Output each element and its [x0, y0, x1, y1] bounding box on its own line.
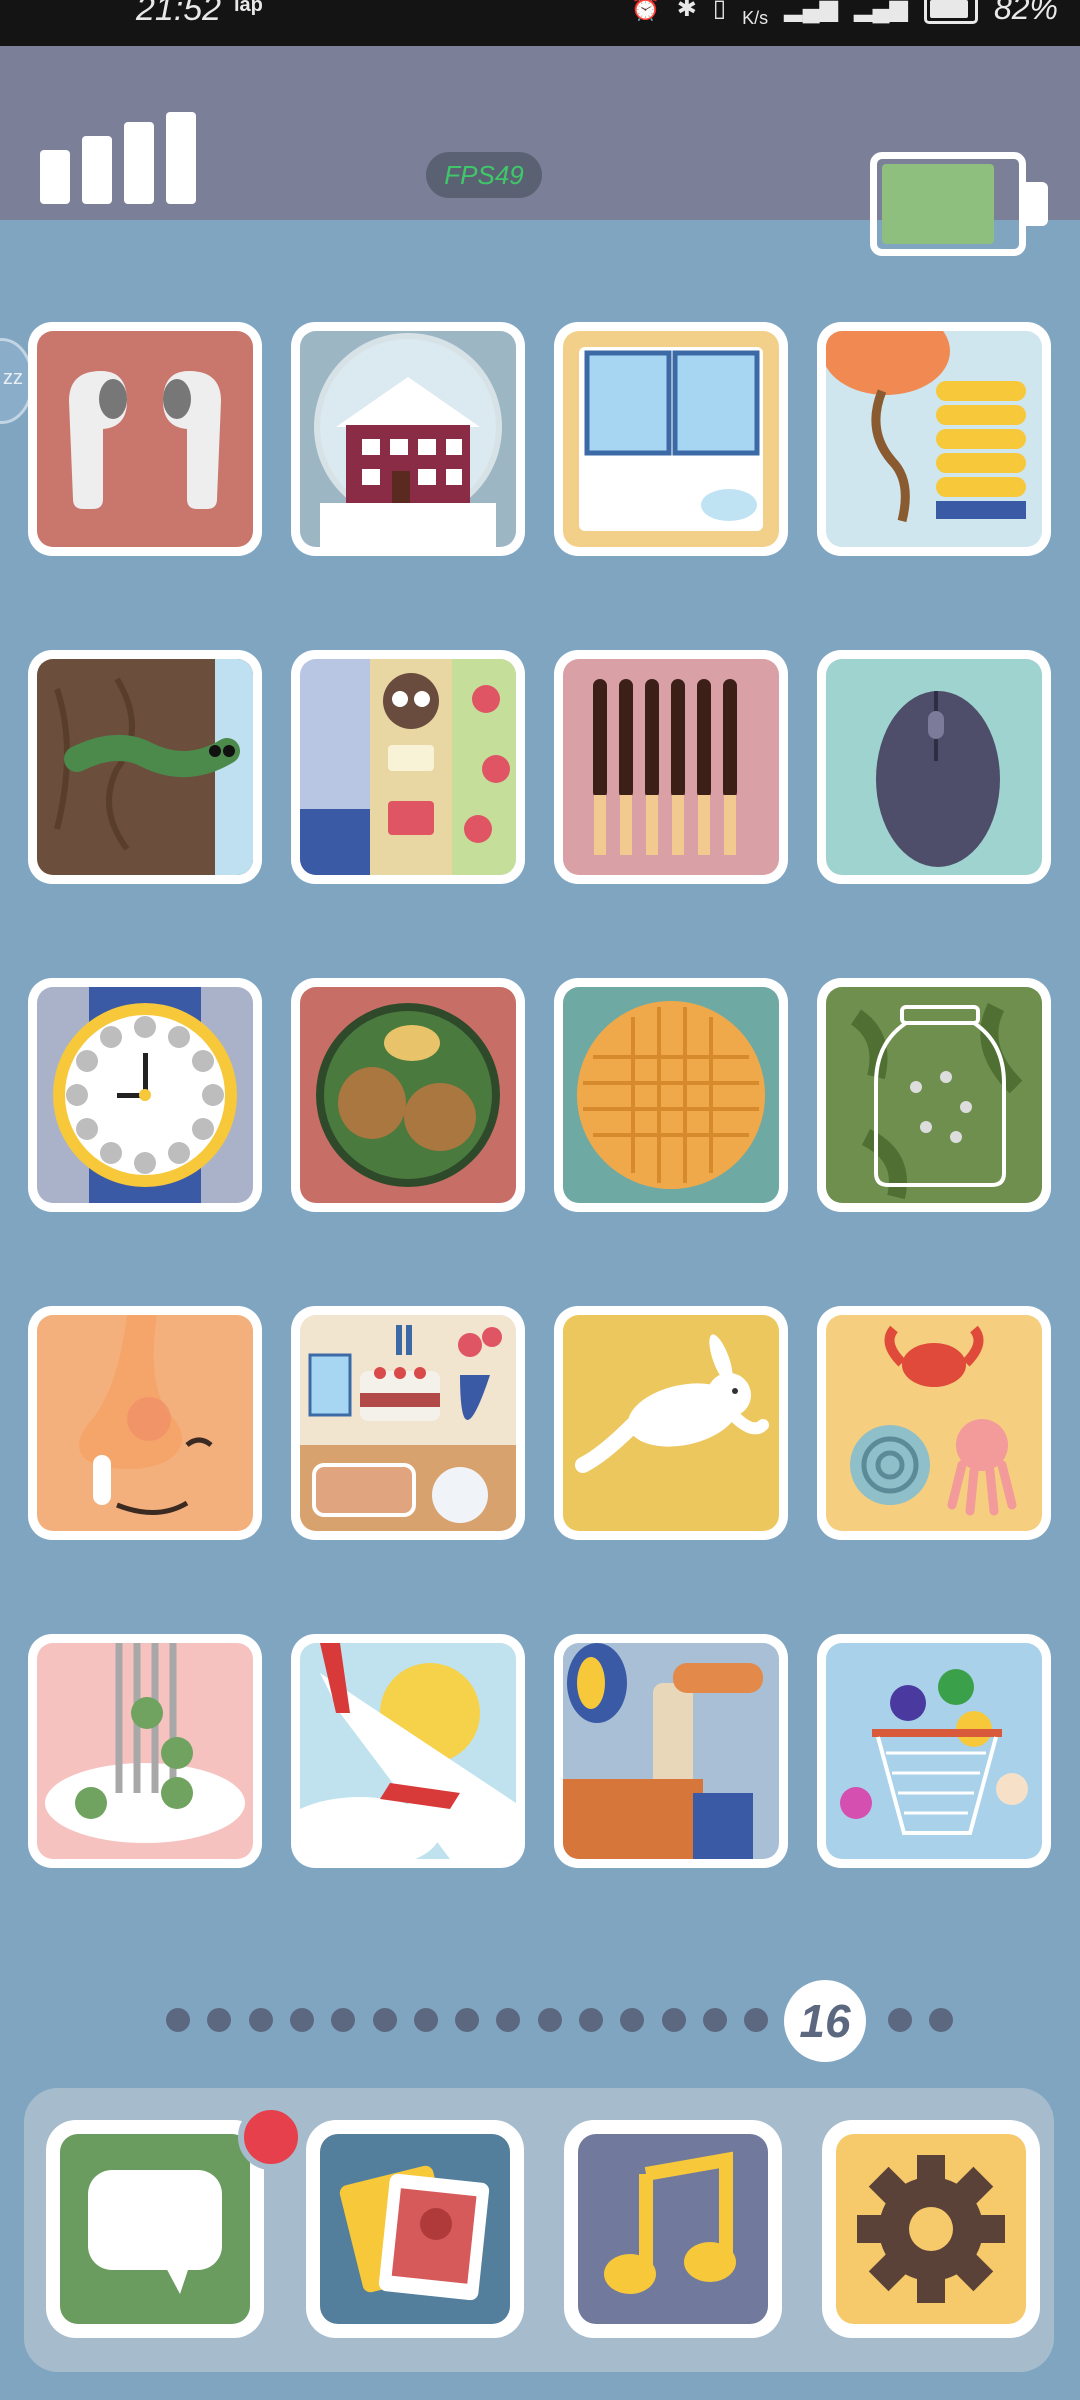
sea-creatures-icon — [826, 1315, 1042, 1531]
tile-nose-face[interactable] — [28, 1306, 262, 1540]
tile-earbuds[interactable] — [28, 322, 262, 556]
tile-bookshelf-owl[interactable] — [291, 650, 525, 884]
walnuts-icon — [300, 987, 516, 1203]
chat-bubble-icon — [60, 2134, 250, 2324]
page-dot[interactable] — [331, 2008, 355, 2032]
page-dot[interactable] — [166, 2008, 190, 2032]
page-dot[interactable] — [414, 2008, 438, 2032]
signal-icon: ▂▄▆ — [784, 0, 839, 22]
page-dot[interactable] — [703, 2008, 727, 2032]
gear-icon — [836, 2134, 1026, 2324]
tile-walnuts-plate[interactable] — [291, 978, 525, 1212]
signal-icon-2: ▂▄▆ — [854, 0, 908, 22]
page-dot[interactable] — [455, 2008, 479, 2032]
current-page-badge[interactable]: 16 — [784, 1980, 866, 2062]
page-dot[interactable] — [373, 2008, 397, 2032]
battery-icon — [923, 0, 978, 24]
bluetooth-icon: ✱ — [676, 0, 697, 22]
tile-window-frame[interactable] — [554, 322, 788, 556]
messages-app[interactable] — [46, 2120, 264, 2338]
tile-balloon-pump[interactable] — [817, 322, 1051, 556]
page-dot[interactable] — [579, 2008, 603, 2032]
page-dot[interactable] — [888, 2008, 912, 2032]
photos-app[interactable] — [306, 2120, 524, 2338]
tile-jumping-rabbit[interactable] — [554, 1306, 788, 1540]
rabbit-icon — [563, 1315, 779, 1531]
page-dot[interactable] — [929, 2008, 953, 2032]
nose-face-icon — [37, 1315, 253, 1531]
balloon-pump-icon — [826, 331, 1042, 547]
vibrate-icon: ▯ — [712, 0, 727, 22]
window-icon — [563, 331, 779, 547]
tile-sea-creatures[interactable] — [817, 1306, 1051, 1540]
page-dot[interactable] — [496, 2008, 520, 2032]
mouse-icon — [826, 659, 1042, 875]
photo-icon — [320, 2134, 510, 2324]
basketball-hoop-icon — [826, 1643, 1042, 1859]
page-dot[interactable] — [207, 2008, 231, 2032]
tile-chocolate-sticks[interactable] — [554, 650, 788, 884]
tile-birthday-table[interactable] — [291, 1306, 525, 1540]
lamp-icon — [563, 1643, 779, 1859]
network-speed: K/s — [742, 0, 768, 27]
snow-globe-icon — [300, 331, 516, 547]
page-dot[interactable] — [538, 2008, 562, 2032]
earbuds-icon — [37, 331, 253, 547]
notification-badge — [238, 2104, 304, 2170]
battery-meter-icon — [870, 152, 1050, 256]
music-note-icon — [578, 2134, 768, 2324]
music-app[interactable] — [564, 2120, 782, 2338]
tile-basketball-hoop[interactable] — [817, 1634, 1051, 1868]
clock: 21:52 — [136, 0, 222, 28]
sleep-icon: zz — [3, 367, 23, 389]
chocolate-sticks-icon — [563, 659, 779, 875]
airplane-icon — [300, 1643, 516, 1859]
tile-fork-peas[interactable] — [28, 1634, 262, 1868]
page-dot[interactable] — [249, 2008, 273, 2032]
worm-icon — [37, 659, 253, 875]
waffle-icon — [563, 987, 779, 1203]
status-tag: iap — [234, 0, 263, 16]
fork-peas-icon — [37, 1643, 253, 1859]
page-dot[interactable] — [620, 2008, 644, 2032]
bookshelf-icon — [300, 659, 516, 875]
battery-percent: 82% — [993, 0, 1058, 26]
alarm-icon: ⏰ — [630, 0, 661, 22]
tile-airplane-wing[interactable] — [291, 1634, 525, 1868]
tile-worm-in-wood[interactable] — [28, 650, 262, 884]
tile-lamp-faucet[interactable] — [554, 1634, 788, 1868]
jar-icon — [826, 987, 1042, 1203]
tile-wrist-watch[interactable] — [28, 978, 262, 1212]
tile-computer-mouse[interactable] — [817, 650, 1051, 884]
signal-bars-icon — [40, 112, 200, 204]
tile-snow-globe-house[interactable] — [291, 322, 525, 556]
page-indicator: 16 — [0, 1980, 1080, 2062]
status-icons: ⏰ ✱ ▯ K/s ▂▄▆ ▂▄▆ 82% — [631, 0, 1058, 27]
page-dot[interactable] — [662, 2008, 686, 2032]
settings-app[interactable] — [822, 2120, 1040, 2338]
page-dot[interactable] — [290, 2008, 314, 2032]
fps-counter: FPS49 — [426, 152, 542, 198]
system-status-bar: 21:52 iap ⏰ ✱ ▯ K/s ▂▄▆ ▂▄▆ 82% — [0, 0, 1080, 46]
page-dot[interactable] — [744, 2008, 768, 2032]
network-speed-unit: K/s — [742, 7, 769, 28]
tile-waffle[interactable] — [554, 978, 788, 1212]
watch-icon — [37, 987, 253, 1203]
dock — [24, 2088, 1054, 2372]
birthday-cake-icon — [300, 1315, 516, 1531]
tile-jar-of-flies[interactable] — [817, 978, 1051, 1212]
game-header: FPS49 — [0, 46, 1080, 256]
